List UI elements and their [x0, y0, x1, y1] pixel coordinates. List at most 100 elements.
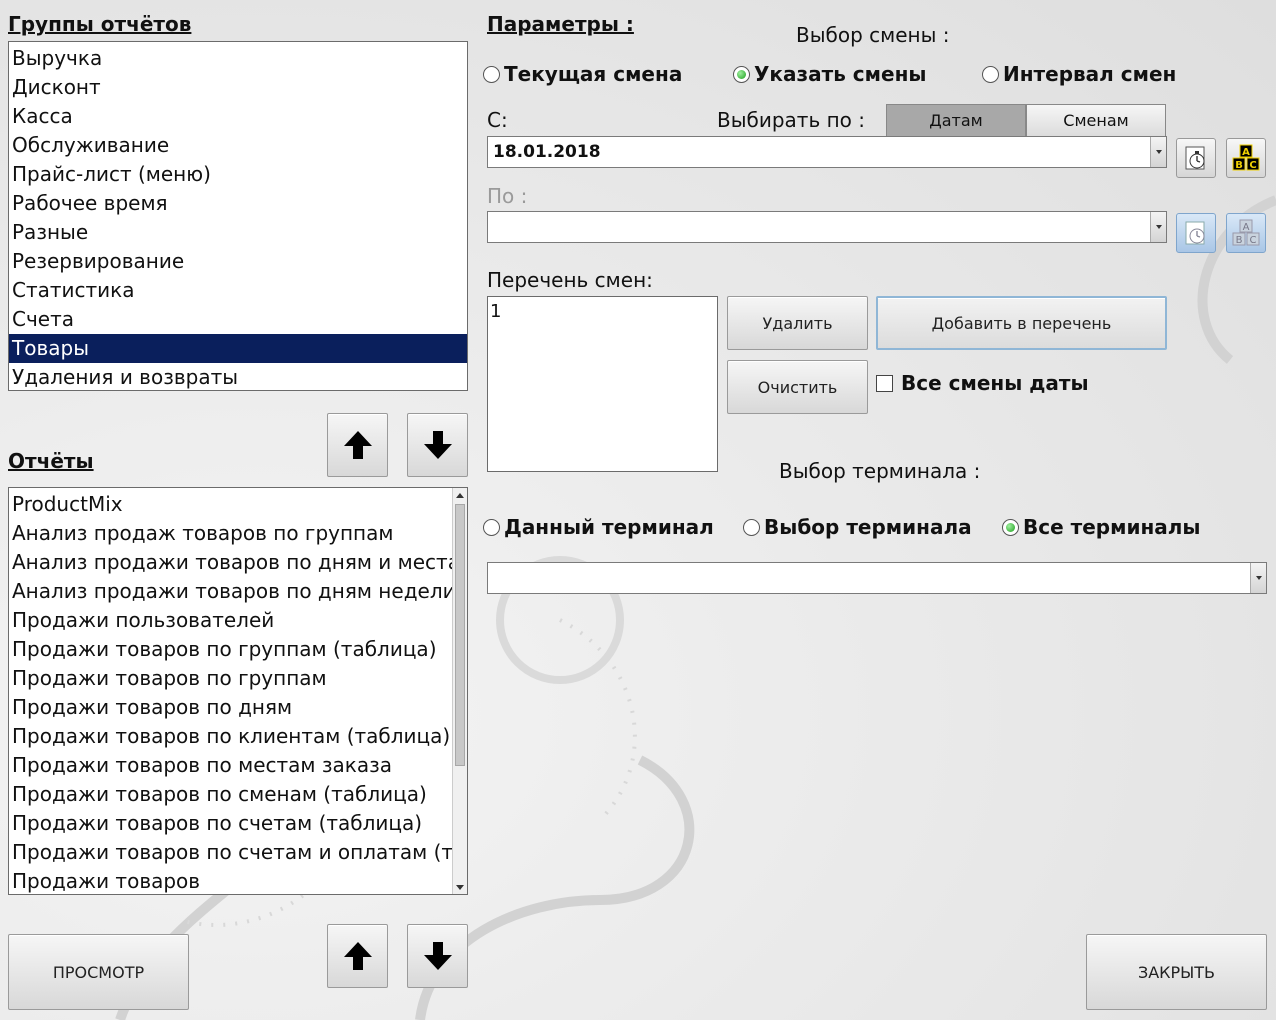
- report-move-up-button[interactable]: [327, 924, 388, 988]
- terminal-combo[interactable]: [487, 562, 1267, 594]
- svg-text:A: A: [1242, 147, 1250, 158]
- add-to-list-button[interactable]: Добавить в перечень: [876, 296, 1167, 350]
- report-group-item[interactable]: Товары: [9, 334, 467, 363]
- report-group-item[interactable]: Разные: [9, 218, 467, 247]
- shift-choice-label: Выбор смены :: [796, 23, 950, 47]
- radio-label: Текущая смена: [504, 62, 683, 86]
- abc-sort-button[interactable]: A B C: [1226, 138, 1266, 178]
- from-date-combo[interactable]: 18.01.2018: [487, 136, 1167, 168]
- radio-label: Указать смены: [754, 62, 927, 86]
- close-button[interactable]: ЗАКРЫТЬ: [1086, 934, 1267, 1010]
- radio-circle-icon: [733, 65, 750, 83]
- svg-text:B: B: [1235, 160, 1243, 171]
- radio-shift-interval[interactable]: Интервал смен: [982, 62, 1176, 86]
- report-item[interactable]: Анализ продажи товаров по дням недели: [9, 577, 452, 606]
- radio-this-terminal[interactable]: Данный терминал: [483, 515, 714, 539]
- radio-circle-icon: [1002, 518, 1019, 536]
- report-group-item[interactable]: Резервирование: [9, 247, 467, 276]
- shift-list-label: Перечень смен:: [487, 268, 653, 292]
- reports-list[interactable]: ProductMix Анализ продаж товаров по групп…: [8, 487, 468, 895]
- arrow-down-icon: [423, 942, 452, 970]
- dropdown-arrow-icon[interactable]: [1150, 137, 1166, 167]
- stopwatch-calendar-icon: [1185, 221, 1205, 245]
- params-title: Параметры :: [487, 12, 634, 36]
- report-item[interactable]: Продажи товаров: [9, 867, 452, 894]
- report-item[interactable]: Продажи товаров по дням: [9, 693, 452, 722]
- from-date-value: 18.01.2018: [493, 142, 601, 162]
- from-label: С:: [487, 108, 508, 132]
- arrow-up-icon: [343, 431, 372, 459]
- reports-scrollbar[interactable]: [452, 488, 467, 894]
- report-group-item[interactable]: Прайс-лист (меню): [9, 160, 467, 189]
- reports-title: Отчёты: [8, 449, 94, 473]
- date-picker-button[interactable]: [1176, 138, 1216, 178]
- delete-button[interactable]: Удалить: [727, 296, 868, 350]
- radio-label: Интервал смен: [1003, 62, 1177, 86]
- report-group-item[interactable]: Дисконт: [9, 73, 467, 102]
- radio-circle-icon: [483, 65, 500, 83]
- report-item[interactable]: ProductMix: [9, 490, 452, 519]
- all-shifts-checkbox[interactable]: Все смены даты: [876, 371, 1089, 395]
- svg-text:C: C: [1249, 160, 1256, 171]
- report-group-item[interactable]: Счета: [9, 305, 467, 334]
- report-groups-list[interactable]: Выручка Дисконт Касса Обслуживание Прайс-лис…: [8, 41, 468, 391]
- group-move-down-button[interactable]: [407, 413, 468, 477]
- dropdown-arrow-icon[interactable]: [1250, 563, 1266, 593]
- radio-circle-icon: [743, 518, 760, 536]
- scroll-thumb[interactable]: [455, 504, 465, 766]
- svg-text:B: B: [1236, 235, 1243, 246]
- to-date-combo[interactable]: [487, 211, 1167, 243]
- report-item[interactable]: Продажи товаров по клиентам (таблица): [9, 722, 452, 751]
- abc-blocks-icon: A B C: [1232, 144, 1260, 171]
- report-item[interactable]: Продажи товаров по счетам (таблица): [9, 809, 452, 838]
- svg-text:A: A: [1243, 222, 1250, 233]
- scroll-up-icon[interactable]: [453, 488, 467, 502]
- shift-list[interactable]: 1: [487, 296, 718, 472]
- radio-label: Данный терминал: [504, 515, 714, 539]
- radio-all-terminals[interactable]: Все терминалы: [1002, 515, 1201, 539]
- report-item[interactable]: Продажи пользователей: [9, 606, 452, 635]
- report-groups-title: Группы отчётов: [8, 12, 192, 36]
- terminal-choice-label: Выбор терминала :: [779, 459, 981, 483]
- segment-by-dates[interactable]: Датам: [886, 104, 1026, 137]
- report-item[interactable]: Анализ продажи товаров по дням и местам: [9, 548, 452, 577]
- group-move-up-button[interactable]: [327, 413, 388, 477]
- report-group-item[interactable]: Удаления и возвраты: [9, 363, 467, 390]
- report-group-item[interactable]: Статистика: [9, 276, 467, 305]
- preview-button[interactable]: ПРОСМОТР: [8, 934, 189, 1010]
- report-item[interactable]: Продажи товаров по счетам и оплатам (таб: [9, 838, 452, 867]
- clear-button[interactable]: Очистить: [727, 360, 868, 414]
- report-item[interactable]: Продажи товаров по местам заказа: [9, 751, 452, 780]
- to-label: По :: [487, 184, 528, 208]
- select-by-label: Выбирать по :: [717, 108, 865, 132]
- radio-circle-icon: [483, 518, 500, 536]
- report-item[interactable]: Анализ продаж товаров по группам: [9, 519, 452, 548]
- report-move-down-button[interactable]: [407, 924, 468, 988]
- to-date-picker-button[interactable]: [1176, 213, 1216, 253]
- report-item[interactable]: Продажи товаров по группам: [9, 664, 452, 693]
- report-item[interactable]: Продажи товаров по группам (таблица): [9, 635, 452, 664]
- svg-text:C: C: [1250, 235, 1257, 246]
- checkbox-icon: [876, 374, 893, 392]
- radio-circle-icon: [982, 65, 999, 83]
- radio-label: Все терминалы: [1023, 515, 1201, 539]
- radio-label: Выбор терминала: [764, 515, 972, 539]
- segment-by-shifts[interactable]: Сменам: [1026, 104, 1166, 137]
- checkbox-label: Все смены даты: [901, 371, 1089, 395]
- dropdown-arrow-icon[interactable]: [1150, 212, 1166, 242]
- arrow-up-icon: [343, 942, 372, 970]
- stopwatch-calendar-icon: [1185, 146, 1205, 170]
- radio-select-terminal[interactable]: Выбор терминала: [743, 515, 972, 539]
- report-group-item[interactable]: Касса: [9, 102, 467, 131]
- arrow-down-icon: [423, 431, 452, 459]
- abc-blocks-icon: A B C: [1232, 219, 1260, 246]
- report-group-item[interactable]: Выручка: [9, 44, 467, 73]
- report-group-item[interactable]: Обслуживание: [9, 131, 467, 160]
- to-abc-sort-button[interactable]: A B C: [1226, 213, 1266, 253]
- radio-specify-shifts[interactable]: Указать смены: [733, 62, 926, 86]
- report-group-item[interactable]: Рабочее время: [9, 189, 467, 218]
- report-item[interactable]: Продажи товаров по сменам (таблица): [9, 780, 452, 809]
- shift-list-item[interactable]: 1: [490, 301, 715, 322]
- scroll-down-icon[interactable]: [453, 880, 467, 894]
- radio-current-shift[interactable]: Текущая смена: [483, 62, 682, 86]
